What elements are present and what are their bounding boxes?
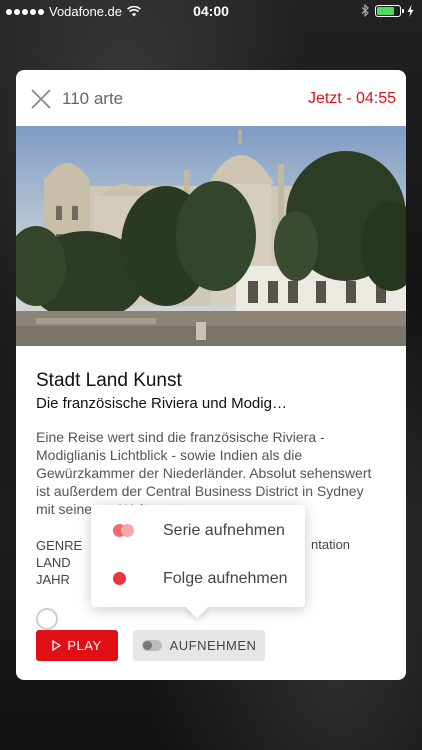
record-options-popup: Serie aufnehmen Folge aufnehmen bbox=[91, 505, 305, 607]
program-image bbox=[16, 126, 406, 346]
powered-by-logo bbox=[36, 608, 58, 630]
charging-icon bbox=[407, 4, 414, 17]
meta-key-genre: GENRE bbox=[36, 538, 83, 553]
play-icon bbox=[52, 640, 62, 651]
record-series-label: Serie aufnehmen bbox=[163, 522, 285, 539]
battery-icon bbox=[375, 4, 404, 17]
status-right-group bbox=[361, 4, 414, 17]
record-episode-label: Folge aufnehmen bbox=[163, 570, 288, 587]
episode-record-icon bbox=[113, 572, 153, 586]
program-subtitle: Die französische Riviera und Modig… bbox=[36, 395, 287, 412]
record-toggle-icon bbox=[141, 640, 162, 651]
status-bar: Vodafone.de 04:00 bbox=[0, 0, 422, 22]
meta-row: GENRE bbox=[36, 537, 96, 554]
play-label: PLAY bbox=[67, 638, 102, 653]
series-record-icon bbox=[113, 524, 153, 538]
record-button[interactable]: AUFNEHMEN bbox=[133, 630, 265, 661]
program-meta: GENRE LAND JAHR bbox=[36, 537, 96, 588]
record-series-option[interactable]: Serie aufnehmen bbox=[91, 507, 305, 555]
play-button[interactable]: PLAY bbox=[36, 630, 118, 661]
record-label: AUFNEHMEN bbox=[169, 638, 257, 653]
close-icon[interactable] bbox=[30, 88, 52, 110]
program-title: Stadt Land Kunst bbox=[36, 370, 182, 391]
channel-label: 110 arte bbox=[62, 89, 124, 108]
meta-key-jahr: JAHR bbox=[36, 572, 70, 587]
meta-row: LAND bbox=[36, 554, 96, 571]
status-time: 04:00 bbox=[193, 3, 229, 19]
record-episode-option[interactable]: Folge aufnehmen bbox=[91, 555, 305, 603]
meta-genre-value: ntation bbox=[311, 537, 351, 552]
bluetooth-icon bbox=[361, 4, 369, 17]
meta-row: JAHR bbox=[36, 571, 96, 588]
card-header: 110 arte Jetzt - 04:55 bbox=[16, 70, 406, 126]
now-airing-label: Jetzt - 04:55 bbox=[307, 90, 396, 107]
provider-logo-icon bbox=[36, 608, 58, 630]
meta-key-land: LAND bbox=[36, 555, 71, 570]
